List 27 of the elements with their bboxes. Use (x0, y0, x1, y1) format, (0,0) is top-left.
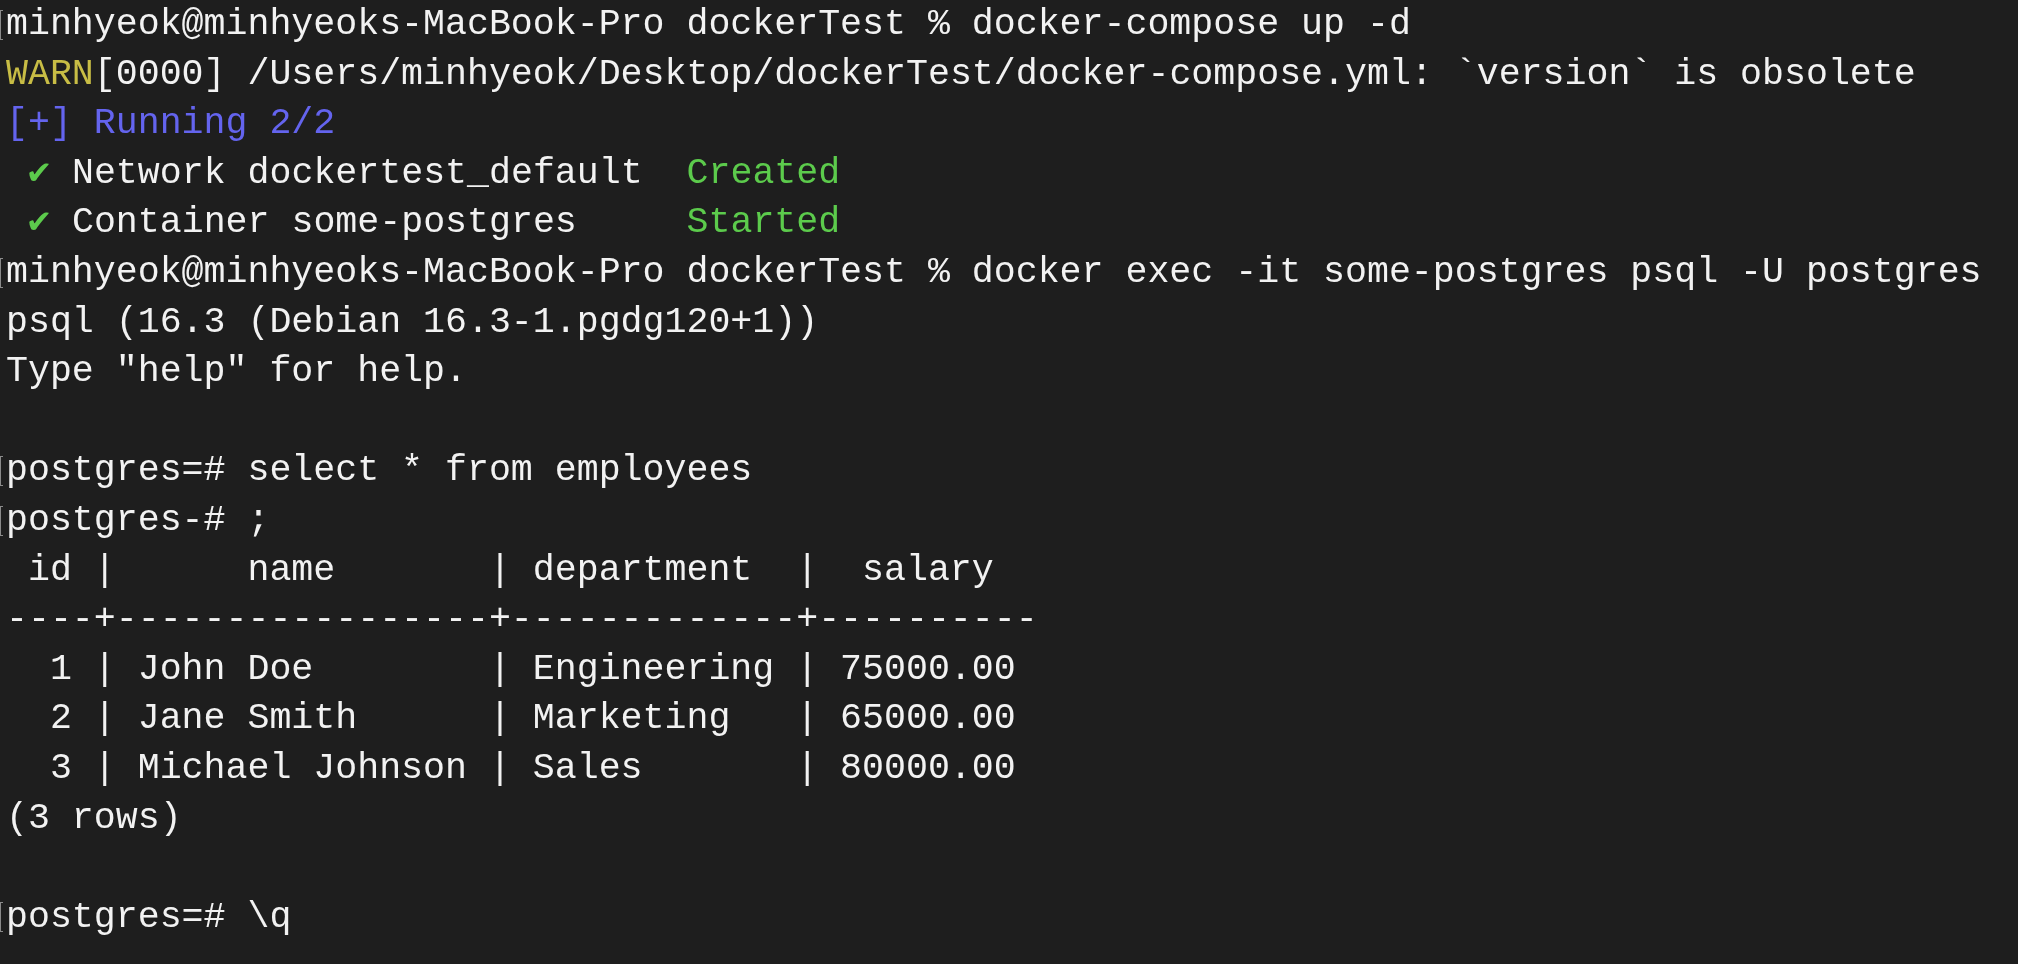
terminal-text: postgres=# \q (6, 895, 292, 940)
terminal-text: Type "help" for help. (6, 350, 467, 395)
terminal-text: postgres=# select * from employees (6, 449, 753, 494)
terminal-text: minhyeok@minhyeoks-MacBook-Pro dockerTest % docker-compose up -d (6, 3, 1411, 47)
terminal-text: Container some-postgres (70, 201, 578, 246)
status-label: Started (686, 201, 841, 246)
terminal-text: minhyeok@minhyeoks-MacBook-Pro dockerTest % docker exec -it some-postgres psql -U postgres (6, 250, 1982, 295)
terminal-text: 3 | Michael Johnson | Sales | 80000.00 (48, 746, 1016, 791)
check-icon: ✔ (27, 198, 50, 248)
prompt-mark-icon (0, 9, 3, 40)
terminal-text: ----+-----------------+-------------+---------- (6, 598, 1038, 643)
terminal-text: (3 rows) (6, 796, 182, 841)
prompt-mark-icon (0, 257, 3, 288)
check-icon: ✔ (27, 148, 50, 199)
terminal-text: 2 | Jane Smith | Marketing | 65000.00 (48, 697, 1016, 742)
terminal-text: postgres-# ; (6, 498, 270, 543)
status-label: Created (686, 151, 841, 196)
terminal-text: psql (16.3 (Debian 16.3-1.pgdg120+1)) (6, 300, 819, 345)
terminal-text: 1 | John Doe | Engineering | 75000.00 (48, 647, 1016, 692)
terminal-text: id | name | department | salary (26, 548, 994, 593)
terminal-text: [0000] /Users/minhyeok/Desktop/dockerTest/docker-compose.yml: `version` is obsolete (93, 52, 1916, 97)
status-text: [+] Running 2/2 (6, 102, 336, 147)
terminal-text: Network dockertest_default (70, 151, 644, 196)
prompt-mark-icon (0, 456, 3, 487)
warning-label: WARN (6, 52, 94, 97)
prompt-mark-icon (0, 505, 3, 536)
prompt-mark-icon (0, 902, 3, 933)
